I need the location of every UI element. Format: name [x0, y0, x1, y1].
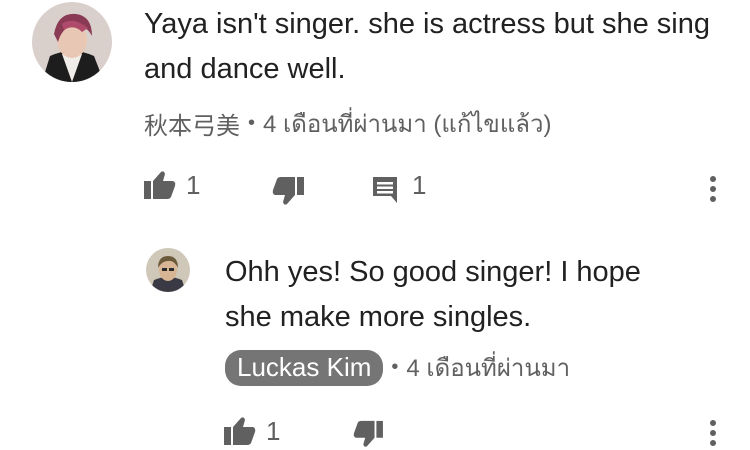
reply-more-options-icon[interactable] — [708, 420, 718, 450]
thumbs-down-icon[interactable] — [352, 420, 384, 448]
comment-author-avatar[interactable] — [32, 2, 112, 82]
thumbs-up-icon[interactable] — [224, 416, 256, 446]
thumbs-up-icon[interactable] — [144, 170, 176, 200]
comment-meta: 秋本弓美 • 4 เดือนที่ผ่านมา (แก้ไขแล้ว) — [144, 104, 551, 143]
comment-like-count: 1 — [186, 170, 201, 200]
reply-timestamp[interactable]: 4 เดือนที่ผ่านมา — [406, 348, 570, 387]
meta-separator: • — [248, 112, 256, 134]
comment-more-options-icon[interactable] — [708, 176, 718, 206]
meta-separator: • — [391, 356, 399, 378]
comment-reply-count[interactable]: 1 — [412, 170, 426, 201]
reply-like-count: 1 — [266, 416, 281, 446]
reply-author-chip[interactable]: Luckas Kim — [225, 349, 384, 386]
reply-text: Ohh yes! So good singer! I hope she make… — [225, 256, 641, 333]
comment-author-name[interactable]: 秋本弓美 — [144, 106, 240, 141]
comment-text: Yaya isn't singer. she is actress but sh… — [144, 8, 710, 85]
reply-meta: Luckas Kim • 4 เดือนที่ผ่านมา — [225, 348, 570, 387]
reply-author-avatar[interactable] — [146, 248, 190, 292]
thumbs-down-icon[interactable] — [272, 176, 304, 206]
reply-icon[interactable] — [371, 175, 399, 203]
comment-timestamp[interactable]: 4 เดือนที่ผ่านมา (แก้ไขแล้ว) — [263, 104, 551, 143]
